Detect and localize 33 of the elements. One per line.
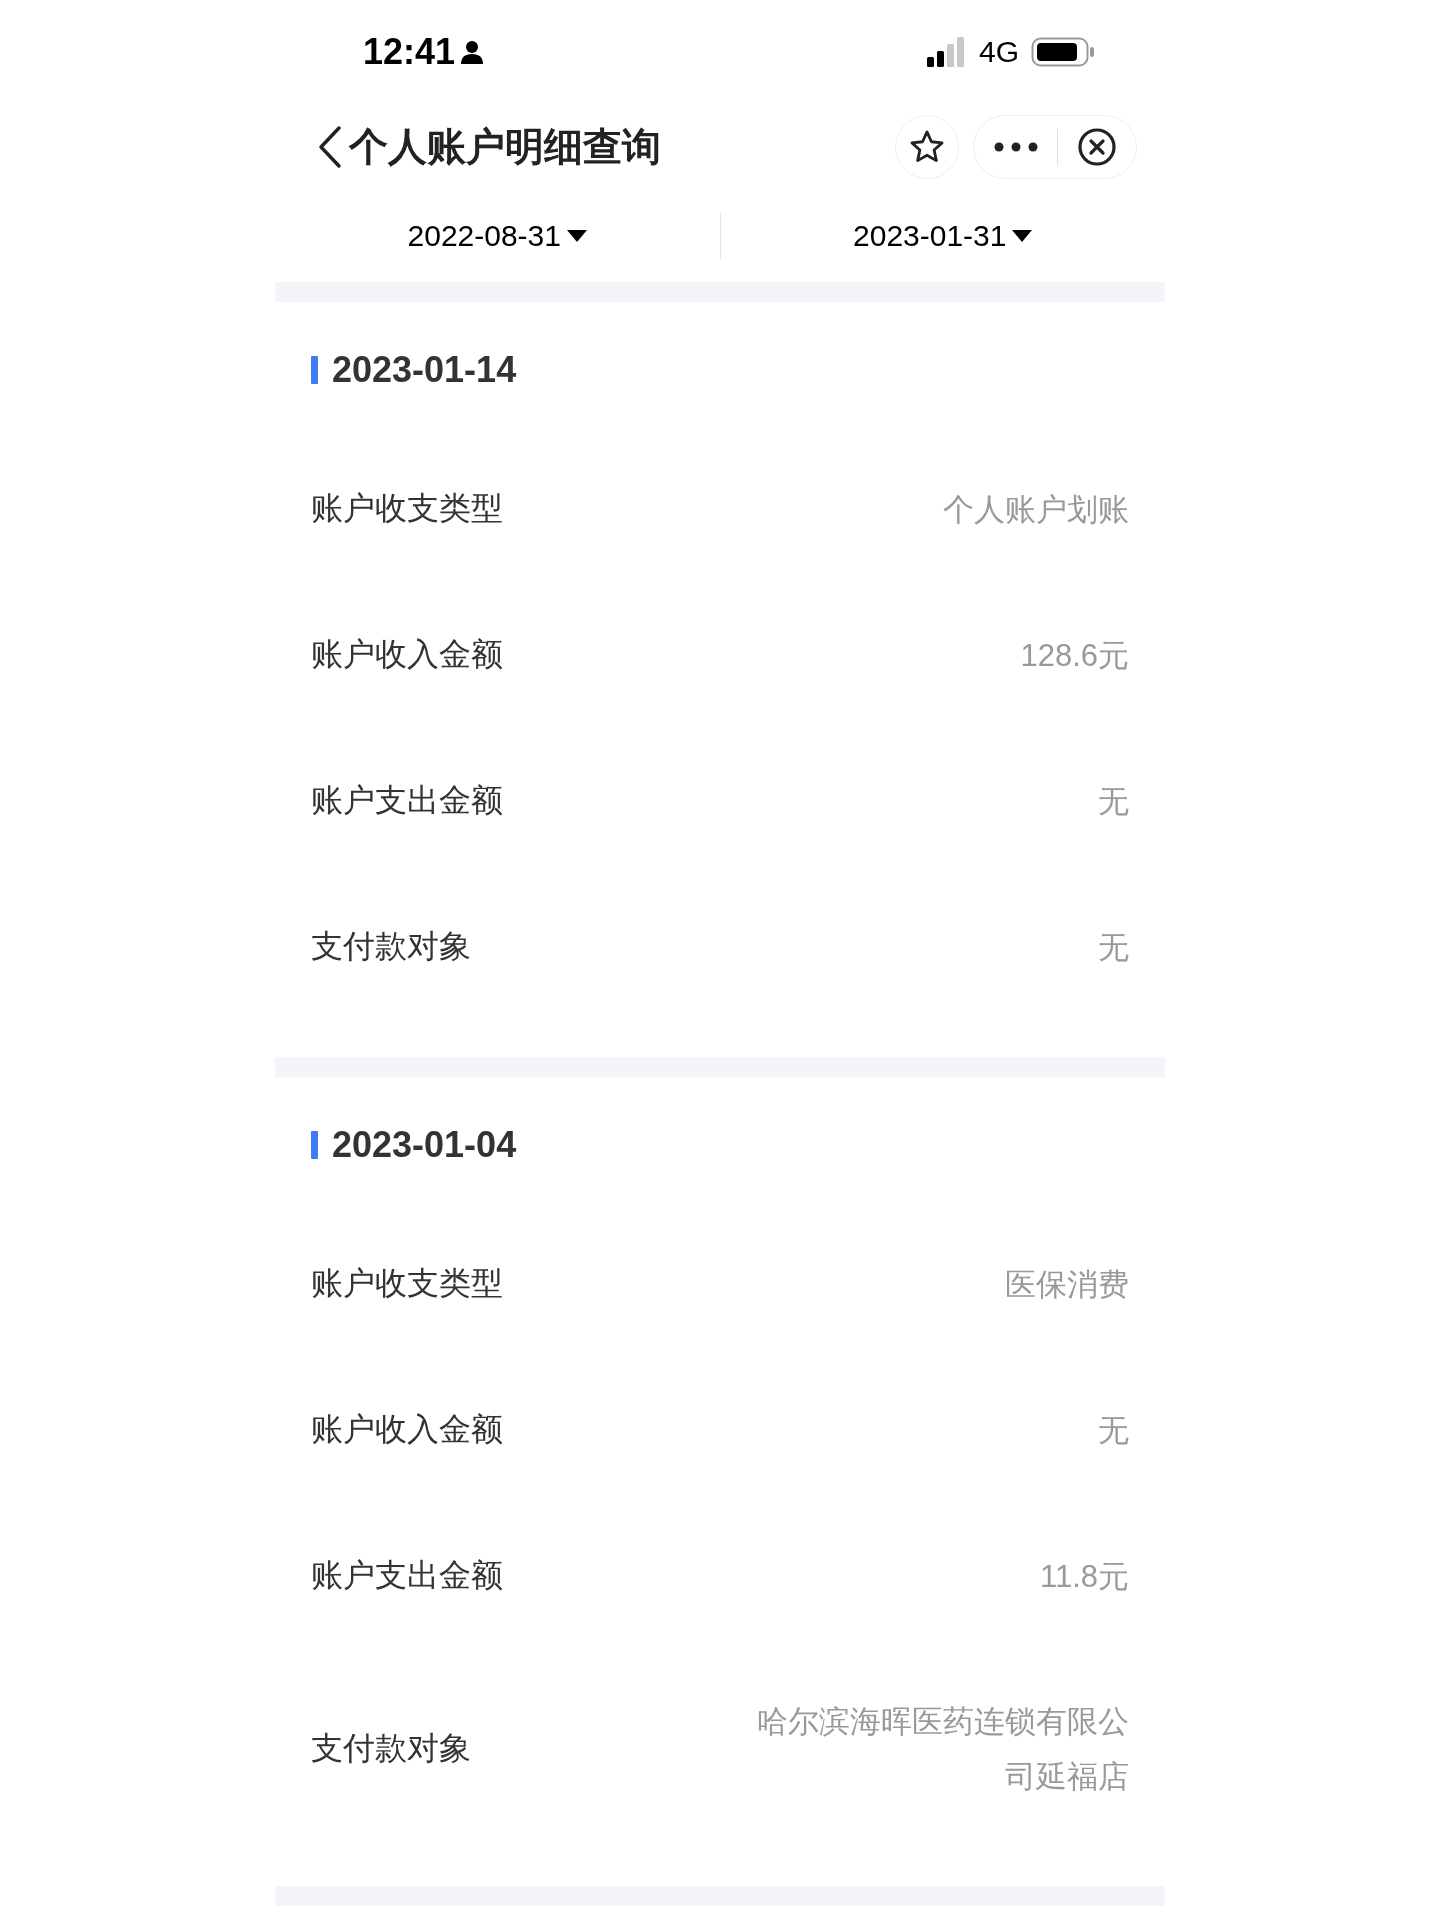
caret-icon xyxy=(567,230,587,242)
section-marker xyxy=(311,1131,318,1159)
section-marker xyxy=(311,356,318,384)
field-value: 个人账户划账 xyxy=(943,490,1129,529)
record-date: 2023-01-14 xyxy=(332,349,517,391)
network-type: 4G xyxy=(978,35,1019,69)
field-label: 账户收入金额 xyxy=(311,1410,503,1449)
caret-icon xyxy=(1012,230,1033,242)
field-label: 账户支出金额 xyxy=(311,781,503,820)
field-label: 支付款对象 xyxy=(311,927,471,966)
person-icon xyxy=(461,40,484,64)
signal-icon xyxy=(926,37,967,67)
end-date-picker[interactable]: 2023-01-31 xyxy=(720,219,1165,253)
field-label: 支付款对象 xyxy=(311,1729,471,1768)
page-title: 个人账户明细查询 xyxy=(349,124,661,170)
field-value: 医保消费 xyxy=(1005,1265,1129,1304)
field-label: 账户支出金额 xyxy=(311,1556,503,1595)
back-icon[interactable] xyxy=(317,125,343,169)
field-value: 11.8元 xyxy=(1039,1557,1129,1596)
close-icon[interactable] xyxy=(1076,127,1117,167)
field-value: 无 xyxy=(1098,1411,1129,1450)
field-label: 账户收支类型 xyxy=(311,489,503,528)
field-label: 账户收入金额 xyxy=(311,635,503,674)
field-value: 128.6元 xyxy=(1020,636,1129,675)
battery-icon xyxy=(1031,37,1095,67)
field-value: 哈尔滨海晖医药连锁有限公司延福店 xyxy=(756,1703,1129,1796)
field-value: 无 xyxy=(1098,782,1129,821)
field-value: 无 xyxy=(1098,928,1129,967)
field-label: 账户收支类型 xyxy=(311,1264,503,1303)
start-date-picker[interactable]: 2022-08-31 xyxy=(275,219,720,253)
record-date: 2023-01-04 xyxy=(332,1124,517,1166)
more-icon[interactable] xyxy=(993,142,1038,152)
status-time: 12:41 xyxy=(363,31,456,73)
